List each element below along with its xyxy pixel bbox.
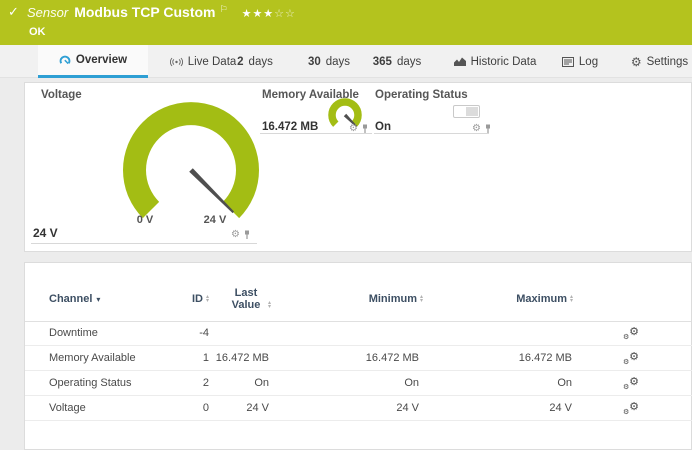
tab-365-days-number: 365 — [373, 56, 392, 68]
tab-log-label: Log — [579, 56, 598, 68]
last-value-header-label[interactable]: Last Value — [227, 287, 265, 311]
tab-overview[interactable]: Overview — [38, 45, 148, 78]
cell-channel: Memory Available — [49, 346, 136, 371]
tab-settings[interactable]: ⚙ Settings — [627, 45, 692, 78]
channel-table-panel: Channel▾ ID▴▾ Last Value▴▾ Minimum▴▾ Max… — [24, 262, 692, 450]
stars-filled[interactable]: ★★★ — [242, 7, 275, 20]
tab-historic-data[interactable]: Historic Data — [443, 45, 547, 78]
tab-2-days-label: days — [249, 56, 273, 68]
cell-id: -4 — [155, 321, 209, 346]
object-kind-label: Sensor — [27, 5, 68, 20]
status-badge: OK — [29, 26, 46, 38]
cell-channel: Voltage — [49, 396, 86, 421]
memory-value: 16.472 MB — [262, 121, 318, 133]
operating-value: On — [375, 121, 391, 133]
cell-last: On — [185, 371, 269, 396]
switch-knob — [466, 107, 478, 116]
column-header-minimum: Minimum▴▾ — [325, 293, 423, 305]
priority-stars[interactable]: ★★★☆☆ — [242, 7, 296, 20]
voltage-gear-icon[interactable]: ⚙ — [231, 230, 240, 240]
cell-max: 16.472 MB — [465, 346, 572, 371]
cell-channel: Operating Status — [49, 371, 132, 396]
id-header-label[interactable]: ID — [192, 293, 203, 305]
voltage-divider — [31, 243, 257, 244]
memory-divider — [260, 133, 372, 134]
tab-30-days-label: days — [326, 56, 350, 68]
column-header-maximum: Maximum▴▾ — [479, 293, 573, 305]
flag-icon: ⚐ — [220, 5, 228, 15]
tab-2-days[interactable]: 2 days — [226, 45, 284, 78]
tab-bar: Overview Live Data 2 days 30 days 365 da… — [0, 45, 692, 78]
channel-sort-dropdown-icon[interactable]: ▾ — [96, 295, 100, 304]
sort-icon[interactable]: ▴▾ — [206, 295, 209, 303]
historic-data-icon — [454, 57, 466, 66]
tab-30-days[interactable]: 30 days — [298, 45, 360, 78]
minimum-header-label[interactable]: Minimum — [369, 293, 417, 305]
operating-divider — [374, 133, 489, 134]
tab-log[interactable]: Log — [553, 45, 607, 78]
voltage-widget-title: Voltage — [41, 89, 82, 101]
stars-empty[interactable]: ☆☆ — [274, 7, 296, 20]
tab-overview-label: Overview — [76, 54, 127, 66]
cell-channel: Downtime — [49, 321, 98, 346]
maximum-header-label[interactable]: Maximum — [516, 293, 567, 305]
status-check-icon: ✓ — [8, 5, 19, 20]
sort-icon[interactable]: ▴▾ — [268, 301, 271, 309]
channel-settings-icon[interactable]: ⚙⚙ — [623, 325, 639, 341]
sort-icon[interactable]: ▴▾ — [420, 295, 423, 303]
overview-gauges-panel: Voltage 0 V 24 V 24 V ⚙ Memory Available… — [24, 82, 692, 252]
cell-last: 24 V — [185, 396, 269, 421]
operating-widget-title: Operating Status — [375, 89, 468, 101]
log-icon — [562, 57, 574, 67]
voltage-scale-max: 24 V — [193, 214, 237, 226]
table-row-operating-status[interactable]: Operating Status 2 On On On ⚙⚙ — [25, 371, 692, 396]
gauge-needle — [189, 168, 234, 213]
gauge-icon — [59, 54, 71, 66]
cell-max: 24 V — [465, 396, 572, 421]
column-header-id: ID▴▾ — [145, 293, 209, 305]
sensor-header: ✓ Sensor Modbus TCP Custom ⚐ ★★★☆☆ OK — [0, 0, 692, 45]
channel-settings-icon[interactable]: ⚙⚙ — [623, 350, 639, 366]
cell-last: 16.472 MB — [185, 346, 269, 371]
operating-status-switch — [453, 105, 480, 118]
table-row-voltage[interactable]: Voltage 0 24 V 24 V 24 V ⚙⚙ — [25, 396, 692, 421]
tab-settings-label: Settings — [647, 56, 689, 68]
cell-min: On — [315, 371, 419, 396]
channel-header-label[interactable]: Channel — [49, 293, 92, 305]
cell-min: 16.472 MB — [315, 346, 419, 371]
voltage-scale-min: 0 V — [125, 214, 165, 226]
column-header-channel: Channel ▾ — [49, 293, 100, 305]
column-header-last-value: Last Value▴▾ — [211, 287, 271, 311]
cell-max: On — [465, 371, 572, 396]
channel-settings-icon[interactable]: ⚙⚙ — [623, 375, 639, 391]
tab-2-days-number: 2 — [237, 56, 243, 68]
page-title: Modbus TCP Custom — [74, 4, 215, 20]
tab-historic-data-label: Historic Data — [471, 56, 537, 68]
tab-365-days-label: days — [397, 56, 421, 68]
cell-min: 24 V — [315, 396, 419, 421]
sort-icon[interactable]: ▴▾ — [570, 295, 573, 303]
tab-365-days[interactable]: 365 days — [364, 45, 430, 78]
gear-icon: ⚙ — [631, 55, 642, 69]
voltage-pin-icon[interactable] — [243, 230, 251, 240]
table-row-memory-available[interactable]: Memory Available 1 16.472 MB 16.472 MB 1… — [25, 346, 692, 371]
table-row-downtime[interactable]: Downtime -4 ⚙⚙ — [25, 321, 692, 346]
voltage-value: 24 V — [33, 226, 58, 240]
tab-30-days-number: 30 — [308, 56, 321, 68]
live-data-icon — [170, 57, 183, 67]
channel-settings-icon[interactable]: ⚙⚙ — [623, 400, 639, 416]
